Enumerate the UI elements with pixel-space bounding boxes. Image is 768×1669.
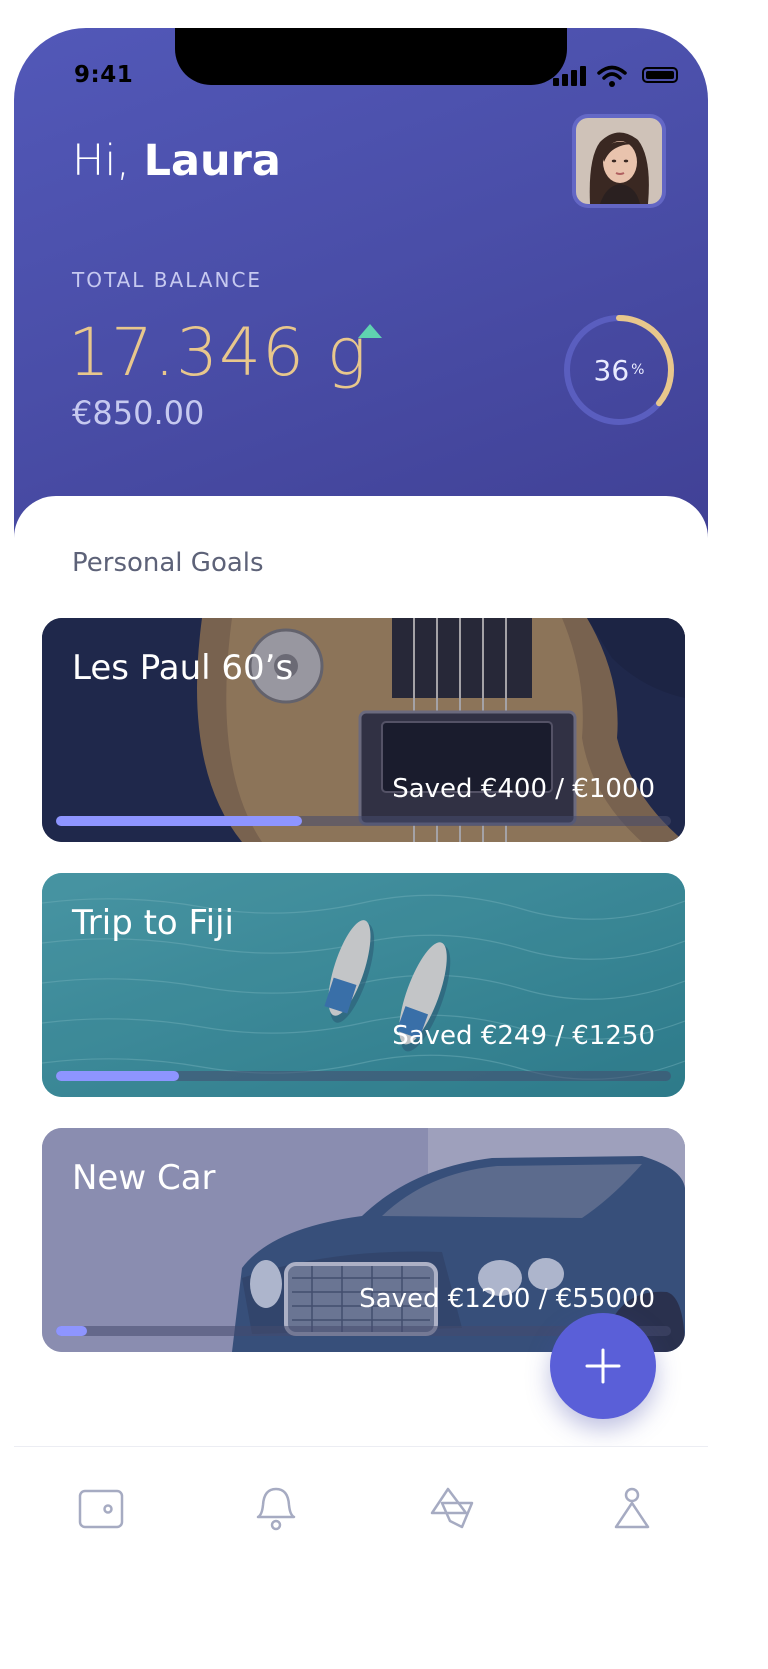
section-title: Personal Goals xyxy=(72,548,264,578)
tab-wallet[interactable] xyxy=(74,1481,130,1537)
goal-progress-fill xyxy=(56,1326,87,1336)
goal-saved: Saved €400 / €1000 xyxy=(392,774,655,804)
greeting-text: Hi, xyxy=(72,136,130,186)
balance-currency: €850.00 xyxy=(72,394,205,432)
progress-ring-label: 36% xyxy=(560,311,678,429)
plus-icon xyxy=(585,1348,621,1384)
goal-progress-track xyxy=(56,1071,671,1081)
progress-percent-unit: % xyxy=(631,362,645,378)
profile-photo xyxy=(576,118,662,204)
profile-icon xyxy=(614,1487,650,1529)
tab-explore[interactable] xyxy=(426,1481,482,1537)
goal-saved: Saved €1200 / €55000 xyxy=(359,1284,655,1314)
goal-title: New Car xyxy=(72,1158,216,1198)
goal-progress-fill xyxy=(56,1071,179,1081)
greeting: Hi, Laura xyxy=(72,136,281,186)
goal-card-fiji[interactable]: Trip to Fiji Saved €249 / €1250 xyxy=(42,873,685,1097)
balance-value: 17.346 g xyxy=(68,314,368,391)
user-name: Laura xyxy=(143,136,281,186)
status-icons xyxy=(553,64,678,88)
signal-icon xyxy=(553,78,559,86)
avatar[interactable] xyxy=(576,118,662,204)
add-goal-button[interactable] xyxy=(550,1313,656,1419)
battery-icon xyxy=(642,67,678,83)
goal-card-guitar[interactable]: Les Paul 60’s Saved €400 / €1000 xyxy=(42,618,685,842)
bell-icon xyxy=(256,1487,296,1531)
status-time: 9:41 xyxy=(74,62,134,88)
goal-progress-fill xyxy=(56,816,302,826)
goal-title: Trip to Fiji xyxy=(72,903,234,943)
device-notch xyxy=(175,28,567,85)
goal-progress-track xyxy=(56,816,671,826)
balance-label: TOTAL BALANCE xyxy=(72,268,263,292)
tab-notifications[interactable] xyxy=(248,1481,304,1537)
tab-bar xyxy=(14,1446,708,1550)
goal-saved: Saved €249 / €1250 xyxy=(392,1021,655,1051)
wifi-icon xyxy=(597,65,627,87)
goal-title: Les Paul 60’s xyxy=(72,648,294,688)
progress-percent: 36 xyxy=(593,353,630,387)
trend-up-icon xyxy=(358,324,382,338)
tab-profile[interactable] xyxy=(604,1481,660,1537)
wallet-icon xyxy=(78,1489,124,1529)
phone-screen: 9:41 Hi, Laura TOTAL BALANCE 17.346 g €8… xyxy=(14,28,708,1550)
shapes-icon xyxy=(430,1487,474,1529)
